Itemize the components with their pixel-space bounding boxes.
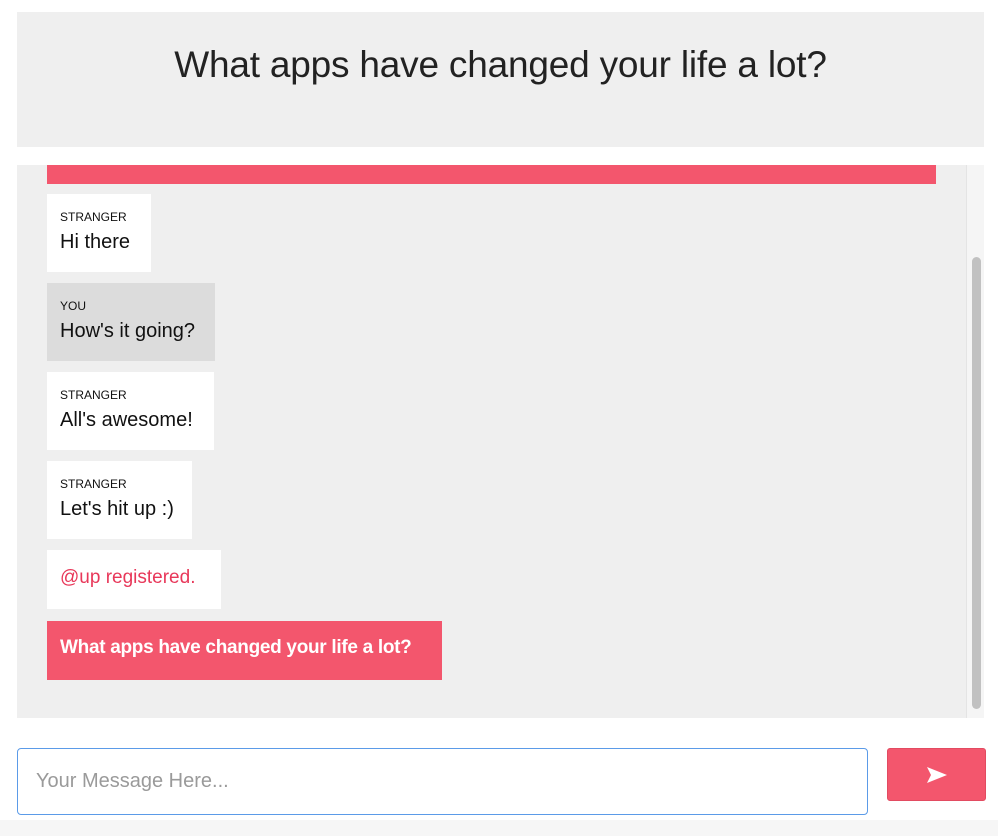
topic-header: What apps have changed your life a lot?	[17, 12, 984, 147]
question-banner: What apps have changed your life a lot?	[47, 621, 442, 680]
send-arrow-icon	[926, 766, 947, 783]
message-sender: STRANGER	[60, 210, 127, 224]
message-text: Hi there	[60, 231, 131, 253]
message-bubble: STRANGER Let's hit up :)	[47, 461, 192, 539]
topic-title: What apps have changed your life a lot?	[174, 43, 827, 85]
message-sender: STRANGER	[60, 388, 127, 402]
question-text: What apps have changed your life a lot?	[60, 637, 412, 658]
message-bubble-you: YOU How's it going?	[47, 283, 215, 361]
notice-text: @up registered.	[60, 567, 196, 588]
chat-log[interactable]: STRANGER Hi there YOU How's it going? ST…	[17, 165, 984, 718]
scrollbar-thumb[interactable]	[972, 257, 981, 709]
message-sender: YOU	[60, 299, 87, 313]
system-notice: @up registered.	[47, 550, 221, 609]
chat-scrollbar[interactable]	[966, 165, 984, 718]
message-bubble: STRANGER All's awesome!	[47, 372, 214, 450]
question-banner-partial	[47, 165, 936, 184]
message-bubble: STRANGER Hi there	[47, 194, 151, 272]
message-input[interactable]	[17, 748, 868, 815]
send-button[interactable]	[887, 748, 986, 801]
bottom-strip	[0, 820, 998, 836]
message-text: All's awesome!	[60, 409, 193, 431]
message-sender: STRANGER	[60, 477, 127, 491]
message-text: Let's hit up :)	[60, 498, 174, 520]
message-text: How's it going?	[60, 320, 195, 342]
